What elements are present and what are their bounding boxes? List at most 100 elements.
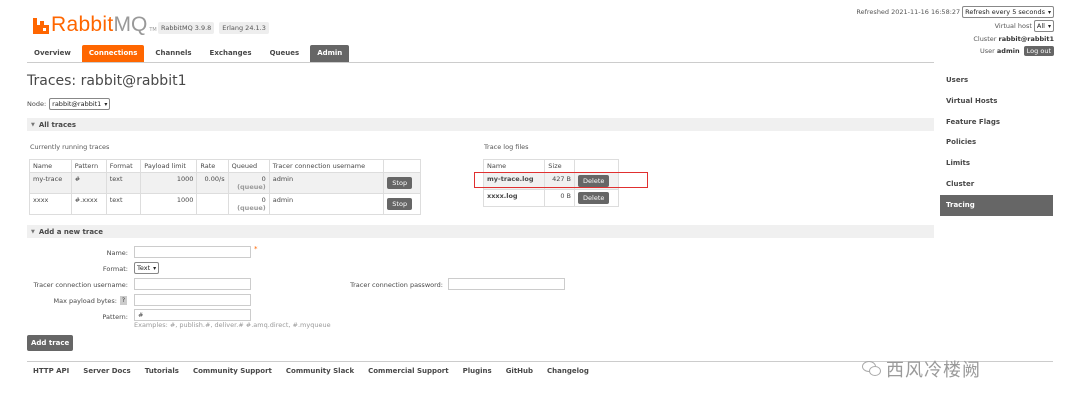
max-payload-label: Max payload bytes: bbox=[53, 297, 117, 305]
trace-actions: Stop bbox=[383, 193, 421, 215]
logo-text-rabbit: Rabbit bbox=[51, 13, 114, 36]
add-trace-button[interactable]: Add trace bbox=[27, 335, 74, 351]
name-label: Name: bbox=[106, 249, 128, 257]
trace-queued: 0 (queue) bbox=[227, 193, 270, 215]
tracer-password-input[interactable] bbox=[448, 278, 565, 290]
column-header: Name bbox=[29, 159, 72, 173]
format-label: Format: bbox=[102, 265, 128, 273]
sidebar-item-policies[interactable]: Policies bbox=[940, 132, 1053, 153]
trace-pattern: # bbox=[70, 172, 107, 194]
pattern-input[interactable]: # bbox=[134, 309, 251, 321]
delete-log-button[interactable]: Delete bbox=[578, 192, 610, 204]
tracer-username-input[interactable] bbox=[134, 278, 251, 290]
wechat-icon bbox=[862, 361, 882, 377]
log-file-actions: Delete bbox=[574, 189, 619, 207]
tracer-password-label: Tracer connection password: bbox=[350, 281, 443, 289]
footer-link-server-docs[interactable]: Server Docs bbox=[83, 367, 130, 375]
refresh-interval-value: Refresh every 5 seconds bbox=[965, 8, 1045, 16]
trace-queue-link[interactable]: (queue) bbox=[232, 183, 266, 191]
node-label: Node: bbox=[27, 100, 47, 108]
format-value: Text bbox=[137, 264, 151, 272]
sidebar-item-cluster[interactable]: Cluster bbox=[940, 174, 1053, 195]
chevron-down-icon: ▾ bbox=[153, 264, 157, 272]
cluster-value: rabbit@rabbit1 bbox=[998, 35, 1055, 43]
user-info: User admin Log out bbox=[856, 46, 1054, 56]
trace-format: text bbox=[105, 193, 142, 215]
sidebar-item-virtual-hosts[interactable]: Virtual Hosts bbox=[940, 91, 1053, 112]
tab-admin[interactable]: Admin bbox=[310, 45, 350, 62]
log-file-link[interactable]: xxxx.log bbox=[487, 192, 518, 200]
trace-name: my-trace bbox=[29, 172, 72, 194]
vhost-select[interactable]: All ▾ bbox=[1033, 20, 1054, 32]
table-row: xxxx.log 0 B Delete bbox=[482, 189, 619, 207]
tab-overview[interactable]: Overview bbox=[27, 45, 78, 62]
logout-button[interactable]: Log out bbox=[1023, 46, 1054, 56]
max-payload-input[interactable] bbox=[134, 294, 251, 306]
sidebar-item-tracing[interactable]: Tracing bbox=[940, 194, 1053, 216]
trace-rate: 0.00/s bbox=[196, 172, 229, 194]
admin-sidebar: Users Virtual Hosts Feature Flags Polici… bbox=[940, 70, 1053, 216]
column-header: Rate bbox=[196, 159, 229, 173]
column-header: Format bbox=[105, 159, 142, 173]
footer-link-changelog[interactable]: Changelog bbox=[547, 367, 589, 375]
tab-connections[interactable]: Connections bbox=[81, 45, 145, 62]
format-select[interactable]: Text ▾ bbox=[134, 262, 160, 274]
sidebar-item-limits[interactable]: Limits bbox=[940, 153, 1053, 174]
vhost-value: All bbox=[1036, 22, 1045, 30]
column-header: Payload limit bbox=[140, 159, 198, 173]
footer-link-community-support[interactable]: Community Support bbox=[193, 367, 272, 375]
cluster-label: Cluster bbox=[973, 35, 997, 43]
trace-actions: Stop bbox=[383, 172, 421, 194]
user-value: admin bbox=[996, 47, 1020, 55]
footer-links: HTTP API Server Docs Tutorials Community… bbox=[33, 367, 589, 375]
chevron-down-icon: ▾ bbox=[1047, 22, 1051, 30]
trace-queue-link[interactable]: (queue) bbox=[232, 204, 266, 212]
trace-log-files-heading: Trace log files bbox=[484, 143, 529, 151]
header-status: Refreshed 2021-11-16 16:58:27 Refresh ev… bbox=[856, 6, 1054, 56]
tabs-divider bbox=[27, 62, 934, 63]
trace-rate bbox=[196, 193, 229, 215]
all-traces-section-header[interactable]: ▼ All traces bbox=[27, 118, 934, 131]
collapse-triangle-icon: ▼ bbox=[31, 121, 35, 128]
sidebar-item-feature-flags[interactable]: Feature Flags bbox=[940, 112, 1053, 133]
cluster-info: Cluster rabbit@rabbit1 bbox=[856, 35, 1054, 44]
sidebar-item-users[interactable]: Users bbox=[940, 70, 1053, 91]
chevron-down-icon: ▾ bbox=[104, 100, 108, 108]
trace-name-input[interactable] bbox=[134, 246, 251, 258]
add-trace-section-header[interactable]: ▼ Add a new trace bbox=[27, 225, 934, 238]
trace-format: text bbox=[105, 172, 142, 194]
stop-trace-button[interactable]: Stop bbox=[387, 198, 413, 210]
footer-link-http-api[interactable]: HTTP API bbox=[33, 367, 69, 375]
rabbitmq-version: RabbitMQ 3.9.8 bbox=[158, 22, 215, 34]
erlang-version: Erlang 24.1.3 bbox=[219, 22, 269, 34]
table-header-row: Name Size bbox=[482, 159, 619, 173]
help-icon[interactable]: ? bbox=[120, 296, 127, 305]
footer-link-github[interactable]: GitHub bbox=[506, 367, 533, 375]
table-row: xxxx #.xxxx text 1000 0 (queue) admin St… bbox=[29, 193, 421, 215]
tab-channels[interactable]: Channels bbox=[148, 45, 198, 62]
refresh-interval-select[interactable]: Refresh every 5 seconds ▾ bbox=[962, 6, 1054, 18]
node-value: rabbit@rabbit1 bbox=[52, 100, 102, 108]
stop-trace-button[interactable]: Stop bbox=[387, 177, 413, 189]
log-file-size: 0 B bbox=[544, 189, 576, 207]
column-header: Size bbox=[544, 159, 576, 173]
rabbitmq-logo: Rabbit MQ TM bbox=[33, 12, 157, 36]
footer-link-commercial-support[interactable]: Commercial Support bbox=[368, 367, 449, 375]
pattern-examples-hint: Examples: #, publish.#, deliver.# #.amq.… bbox=[134, 321, 331, 329]
footer-link-community-slack[interactable]: Community Slack bbox=[286, 367, 354, 375]
all-traces-title: All traces bbox=[38, 120, 77, 129]
trace-name: xxxx bbox=[29, 193, 72, 215]
rabbitmq-logo-icon bbox=[33, 18, 49, 34]
column-header-actions bbox=[383, 159, 421, 173]
footer-link-tutorials[interactable]: Tutorials bbox=[145, 367, 179, 375]
footer-link-plugins[interactable]: Plugins bbox=[463, 367, 492, 375]
column-header: Name bbox=[482, 159, 546, 173]
node-select[interactable]: rabbit@rabbit1 ▾ bbox=[49, 98, 111, 110]
vhost-label: Virtual host bbox=[994, 22, 1032, 30]
tab-exchanges[interactable]: Exchanges bbox=[203, 45, 259, 62]
highlight-annotation-box bbox=[474, 172, 648, 188]
running-traces-heading: Currently running traces bbox=[30, 143, 110, 151]
chevron-down-icon: ▾ bbox=[1047, 8, 1051, 16]
trace-username: admin bbox=[268, 172, 385, 194]
tab-queues[interactable]: Queues bbox=[263, 45, 307, 62]
